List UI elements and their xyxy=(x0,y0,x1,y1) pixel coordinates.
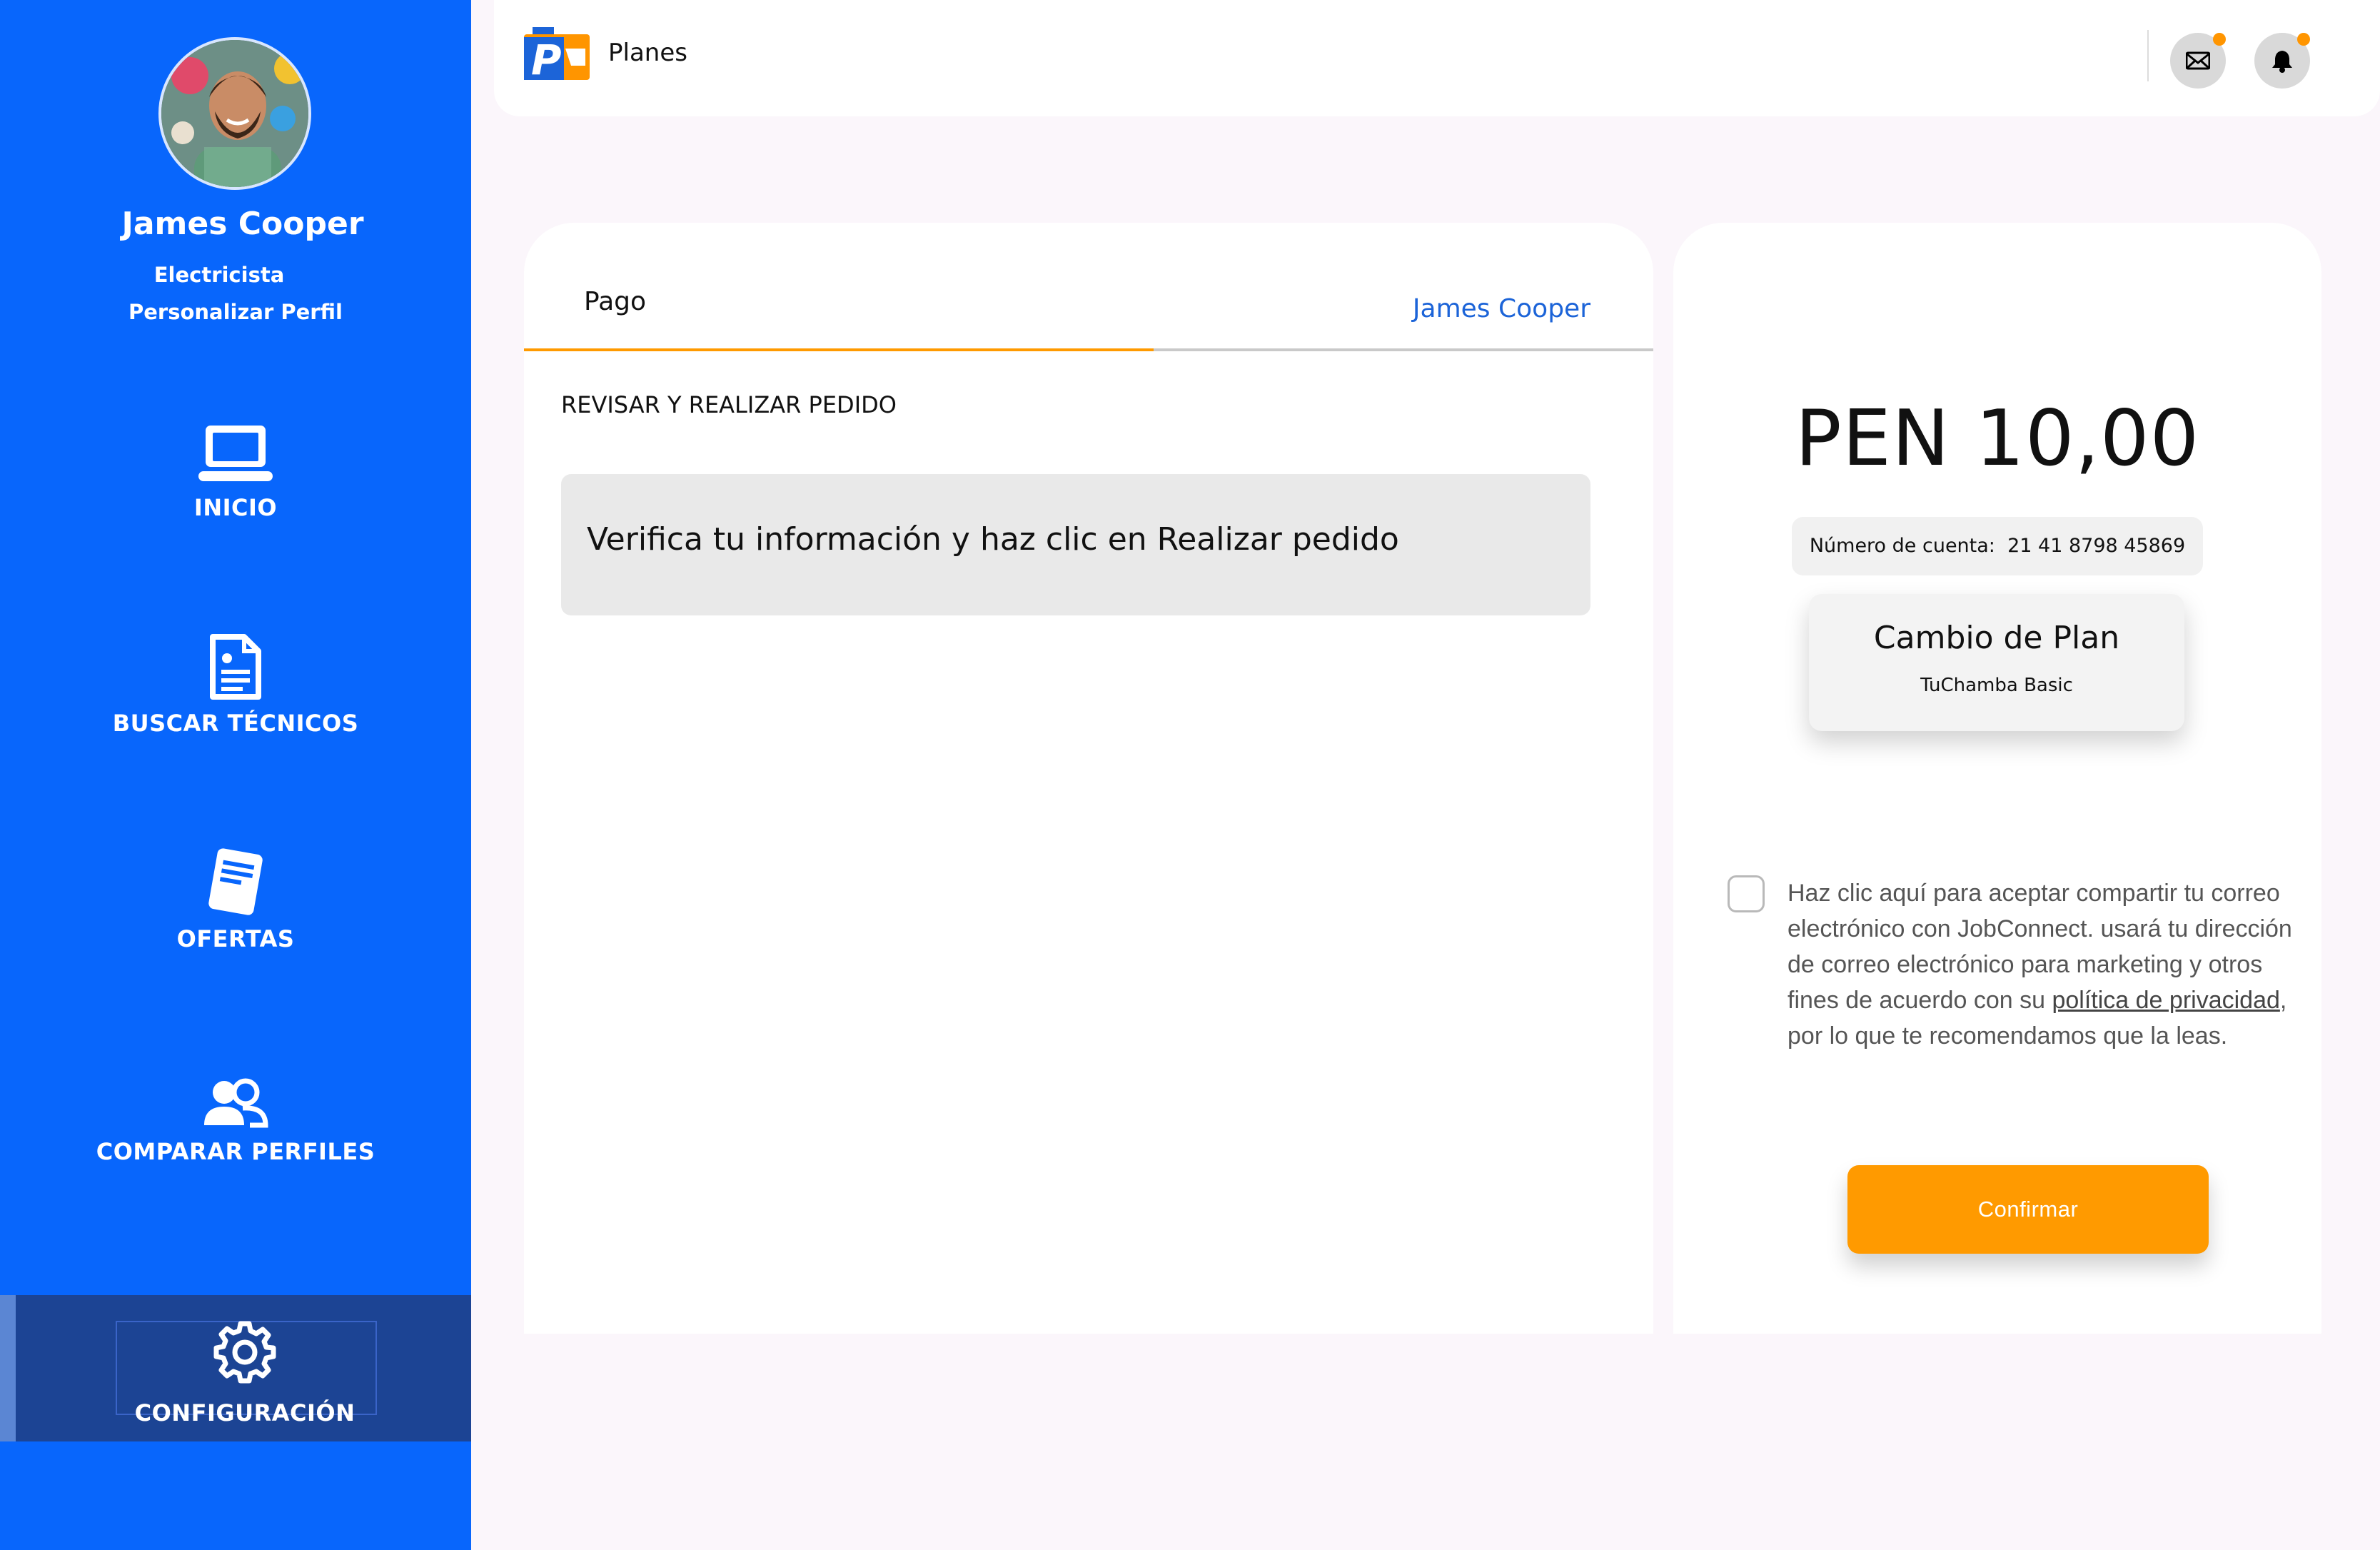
avatar[interactable] xyxy=(158,37,311,190)
avatar-photo xyxy=(161,40,308,187)
sidebar-item-buscar-tecnicos[interactable]: BUSCAR TÉCNICOS xyxy=(0,634,471,737)
sidebar: James Cooper Electricista Personalizar P… xyxy=(0,0,471,1550)
plan-title: Cambio de Plan xyxy=(1873,620,2120,656)
tab-active-indicator xyxy=(524,348,1154,351)
user-role: Electricista xyxy=(153,263,285,287)
bell-notification-dot xyxy=(2297,33,2310,46)
consent-checkbox[interactable] xyxy=(1728,875,1765,912)
sidebar-item-label: OFERTAS xyxy=(176,925,295,952)
top-header: P Planes xyxy=(494,0,2380,116)
checkout-card: Pago James Cooper REVISAR Y REALIZAR PED… xyxy=(524,223,1653,1334)
svg-text:P: P xyxy=(531,36,562,81)
info-message: Verifica tu información y haz clic en Re… xyxy=(587,521,1399,558)
account-number: 21 41 8798 45869 xyxy=(2007,535,2186,557)
header-divider xyxy=(2147,30,2149,81)
laptop-icon xyxy=(198,426,273,481)
tab-pago[interactable]: Pago xyxy=(584,287,646,316)
tab-user-name[interactable]: James Cooper xyxy=(1413,294,1590,323)
users-icon xyxy=(204,1078,268,1128)
confirm-button[interactable]: Confirmar xyxy=(1847,1165,2209,1254)
mail-button[interactable] xyxy=(2170,33,2226,89)
sidebar-item-configuracion[interactable]: CONFIGURACIÓN xyxy=(0,1295,471,1441)
document-icon xyxy=(210,634,261,700)
consent-text: Haz clic aquí para aceptar compartir tu … xyxy=(1787,875,2294,1054)
privacy-policy-link[interactable]: política de privacidad xyxy=(2052,987,2279,1014)
sidebar-item-comparar-perfiles[interactable]: COMPARAR PERFILES xyxy=(0,1078,471,1165)
account-number-badge: Número de cuenta: 21 41 8798 45869 xyxy=(1792,517,2203,575)
gear-icon xyxy=(213,1321,276,1384)
price-total: PEN 10,00 xyxy=(1795,394,2200,483)
mail-icon xyxy=(2186,51,2210,70)
sidebar-item-label: BUSCAR TÉCNICOS xyxy=(112,710,359,737)
mail-notification-dot xyxy=(2213,33,2226,46)
bell-icon xyxy=(2272,51,2292,73)
app-logo[interactable]: P xyxy=(523,27,591,81)
plan-card: Cambio de Plan TuChamba Basic xyxy=(1809,594,2184,731)
page-title: Planes xyxy=(608,39,687,67)
notifications-button[interactable] xyxy=(2254,33,2310,89)
sidebar-item-label: INICIO xyxy=(193,494,278,521)
section-title: REVISAR Y REALIZAR PEDIDO xyxy=(561,391,897,418)
sidebar-item-ofertas[interactable]: OFERTAS xyxy=(0,848,471,952)
order-summary-card: PEN 10,00 Número de cuenta: 21 41 8798 4… xyxy=(1673,223,2321,1334)
customize-profile-link[interactable]: Personalizar Perfil xyxy=(0,300,471,324)
user-name: James Cooper xyxy=(121,206,364,242)
plan-name: TuChamba Basic xyxy=(1920,675,2073,696)
account-label: Número de cuenta: xyxy=(1809,535,1995,557)
sidebar-item-inicio[interactable]: INICIO xyxy=(0,424,471,521)
offer-document-icon xyxy=(208,848,263,915)
sidebar-item-label: COMPARAR PERFILES xyxy=(96,1138,375,1165)
info-message-box: Verifica tu información y haz clic en Re… xyxy=(561,474,1590,615)
sidebar-item-label: CONFIGURACIÓN xyxy=(134,1399,356,1426)
